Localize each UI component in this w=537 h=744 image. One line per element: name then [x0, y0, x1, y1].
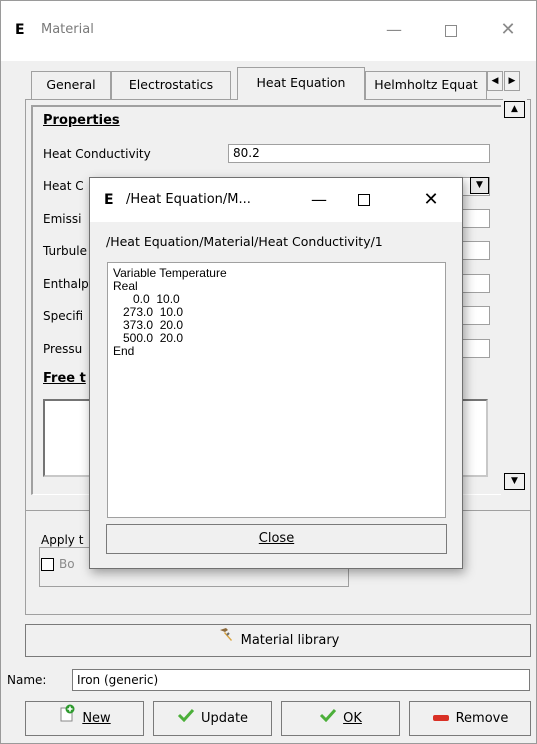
- name-field[interactable]: Iron (generic): [72, 669, 530, 691]
- body-checkbox-label: Bo: [59, 557, 75, 571]
- remove-button[interactable]: Remove: [409, 701, 531, 736]
- heat-conductivity-dialog: E /Heat Equation/M... — ✕ /Heat Equation…: [89, 177, 463, 569]
- dialog-path-label: /Heat Equation/Material/Heat Conductivit…: [106, 234, 383, 249]
- dialog-close-icon[interactable]: ✕: [416, 188, 446, 212]
- update-button[interactable]: Update: [153, 701, 272, 736]
- maximize-icon: [445, 24, 457, 37]
- dialog-close-button-label: Close: [258, 531, 295, 546]
- name-label: Name:: [7, 673, 47, 687]
- material-library-label: Material library: [240, 633, 340, 648]
- dialog-title-bar: E /Heat Equation/M... — ✕: [90, 178, 462, 222]
- elmer-e-icon: E: [15, 22, 25, 38]
- turbulent-label: Turbule: [43, 244, 87, 258]
- ok-button[interactable]: OK: [281, 701, 400, 736]
- remove-button-label: Remove: [455, 711, 509, 726]
- free-text-header: Free t: [43, 371, 86, 386]
- scroll-up-icon[interactable]: ▲: [504, 101, 525, 118]
- dialog-content-textarea[interactable]: Variable Temperature Real 0.0 10.0 273.0…: [107, 262, 446, 518]
- heat-capacity-label: Heat C: [43, 179, 84, 193]
- tab-helmholtz-equation[interactable]: Helmholtz Equat: [365, 71, 487, 99]
- minimize-button[interactable]: —: [374, 16, 414, 44]
- heat-conductivity-field[interactable]: 80.2: [228, 144, 490, 163]
- tab-scroll-right-icon[interactable]: ▶: [504, 71, 520, 91]
- new-document-icon: [58, 702, 76, 735]
- specific-label: Specifi: [43, 309, 84, 323]
- hammer-icon: [217, 625, 235, 656]
- maximize-button[interactable]: [431, 16, 471, 44]
- remove-icon: [432, 702, 450, 735]
- properties-header: Properties: [43, 113, 120, 128]
- pressure-label: Pressu: [43, 342, 83, 356]
- emissivity-label: Emissi: [43, 212, 82, 226]
- elmer-e-icon: E: [104, 192, 114, 208]
- material-library-button[interactable]: Material library: [25, 624, 531, 657]
- check-icon: [319, 702, 337, 735]
- tab-electrostatics[interactable]: Electrostatics: [111, 71, 231, 99]
- dialog-close-button[interactable]: Close: [106, 524, 447, 554]
- vertical-scrollbar[interactable]: [503, 98, 527, 491]
- tab-scroll-left-icon[interactable]: ◀: [487, 71, 503, 91]
- enthalpy-label: Enthalp: [43, 277, 89, 291]
- dialog-title: /Heat Equation/M...: [126, 192, 251, 207]
- tab-general[interactable]: General: [31, 71, 111, 99]
- check-icon: [177, 702, 195, 735]
- body-checkbox[interactable]: [41, 558, 54, 571]
- dialog-minimize-button[interactable]: —: [304, 188, 334, 212]
- tab-heat-equation[interactable]: Heat Equation: [237, 67, 365, 100]
- heat-capacity-dropdown-icon[interactable]: ▼: [470, 177, 489, 194]
- close-button[interactable]: ✕: [488, 16, 528, 44]
- ok-button-label: OK: [343, 711, 362, 726]
- new-button[interactable]: New: [25, 701, 144, 736]
- new-button-label: New: [82, 711, 111, 726]
- scroll-down-icon[interactable]: ▼: [504, 473, 525, 490]
- update-button-label: Update: [200, 711, 249, 726]
- apply-to-label: Apply t: [41, 533, 84, 547]
- title-bar: E Material — ✕: [1, 1, 536, 61]
- dialog-maximize-button[interactable]: [358, 194, 370, 206]
- heat-conductivity-label: Heat Conductivity: [43, 147, 151, 161]
- window-title: Material: [41, 22, 94, 37]
